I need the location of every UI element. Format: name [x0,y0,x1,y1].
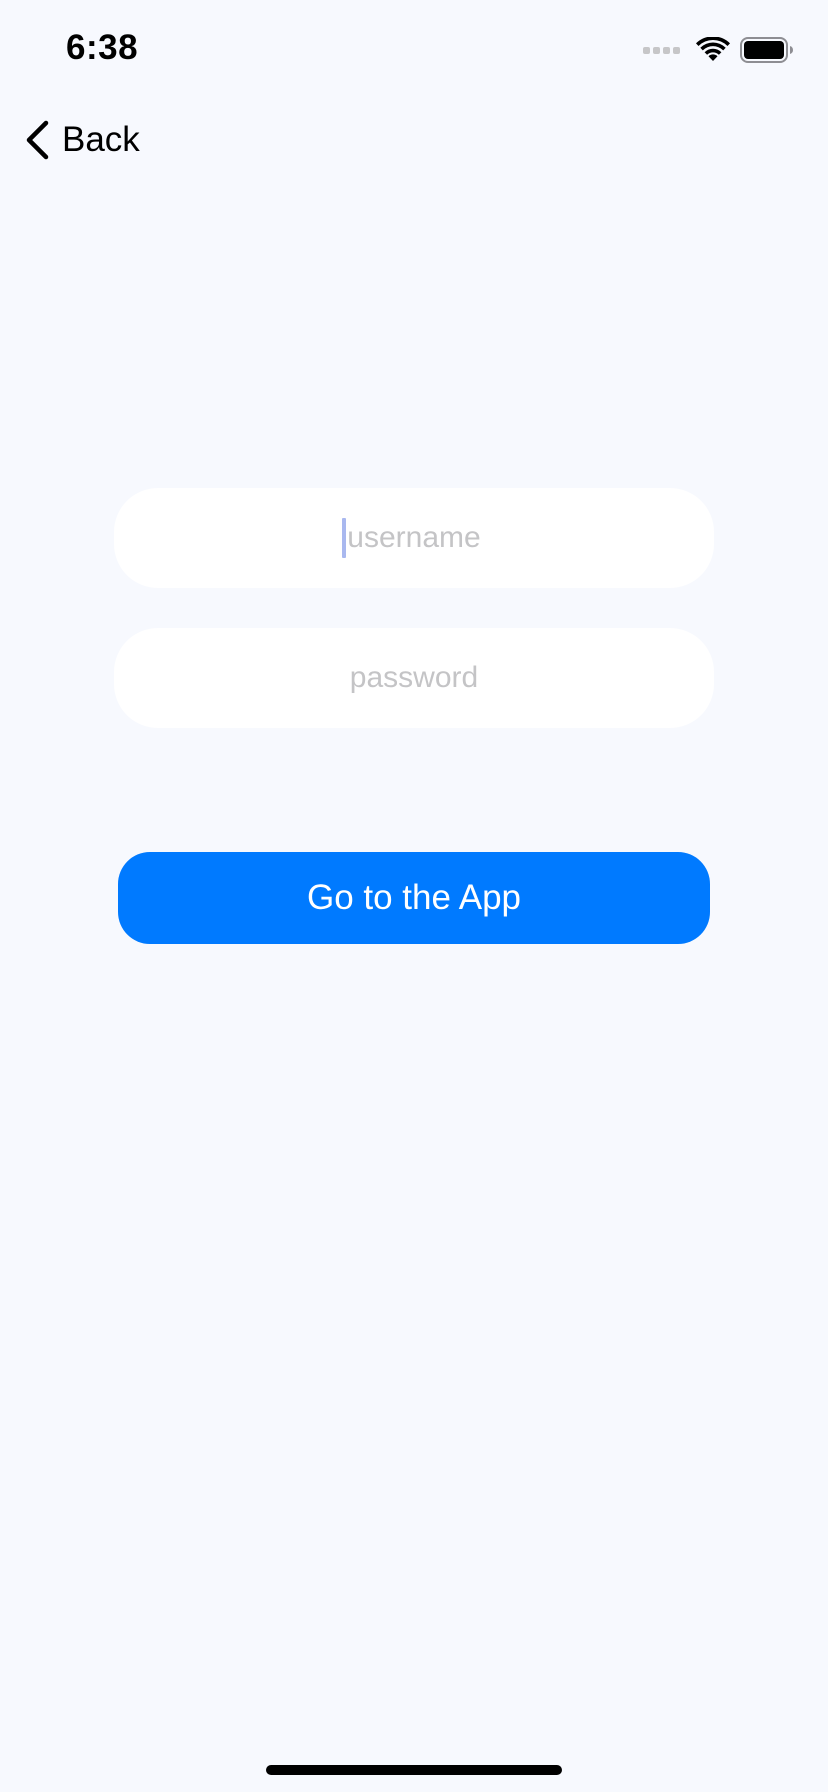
back-button[interactable]: Back [22,112,140,168]
status-icons [643,34,794,66]
text-cursor [342,518,346,558]
home-indicator[interactable] [266,1765,562,1775]
password-input[interactable] [114,627,714,729]
back-label: Back [62,120,140,159]
wifi-icon [696,37,730,61]
go-to-app-label: Go to the App [306,878,522,917]
username-input[interactable] [114,487,714,589]
login-screen: 6:38 Back Go to the App [0,0,828,1792]
go-to-app-button[interactable]: Go to the App [118,852,710,944]
chevron-left-icon [26,120,49,160]
username-field-container[interactable] [114,487,714,589]
status-time: 6:38 [66,28,139,67]
cellular-signal-icon [643,46,680,54]
battery-icon [740,37,793,63]
password-field-container[interactable] [114,627,714,729]
